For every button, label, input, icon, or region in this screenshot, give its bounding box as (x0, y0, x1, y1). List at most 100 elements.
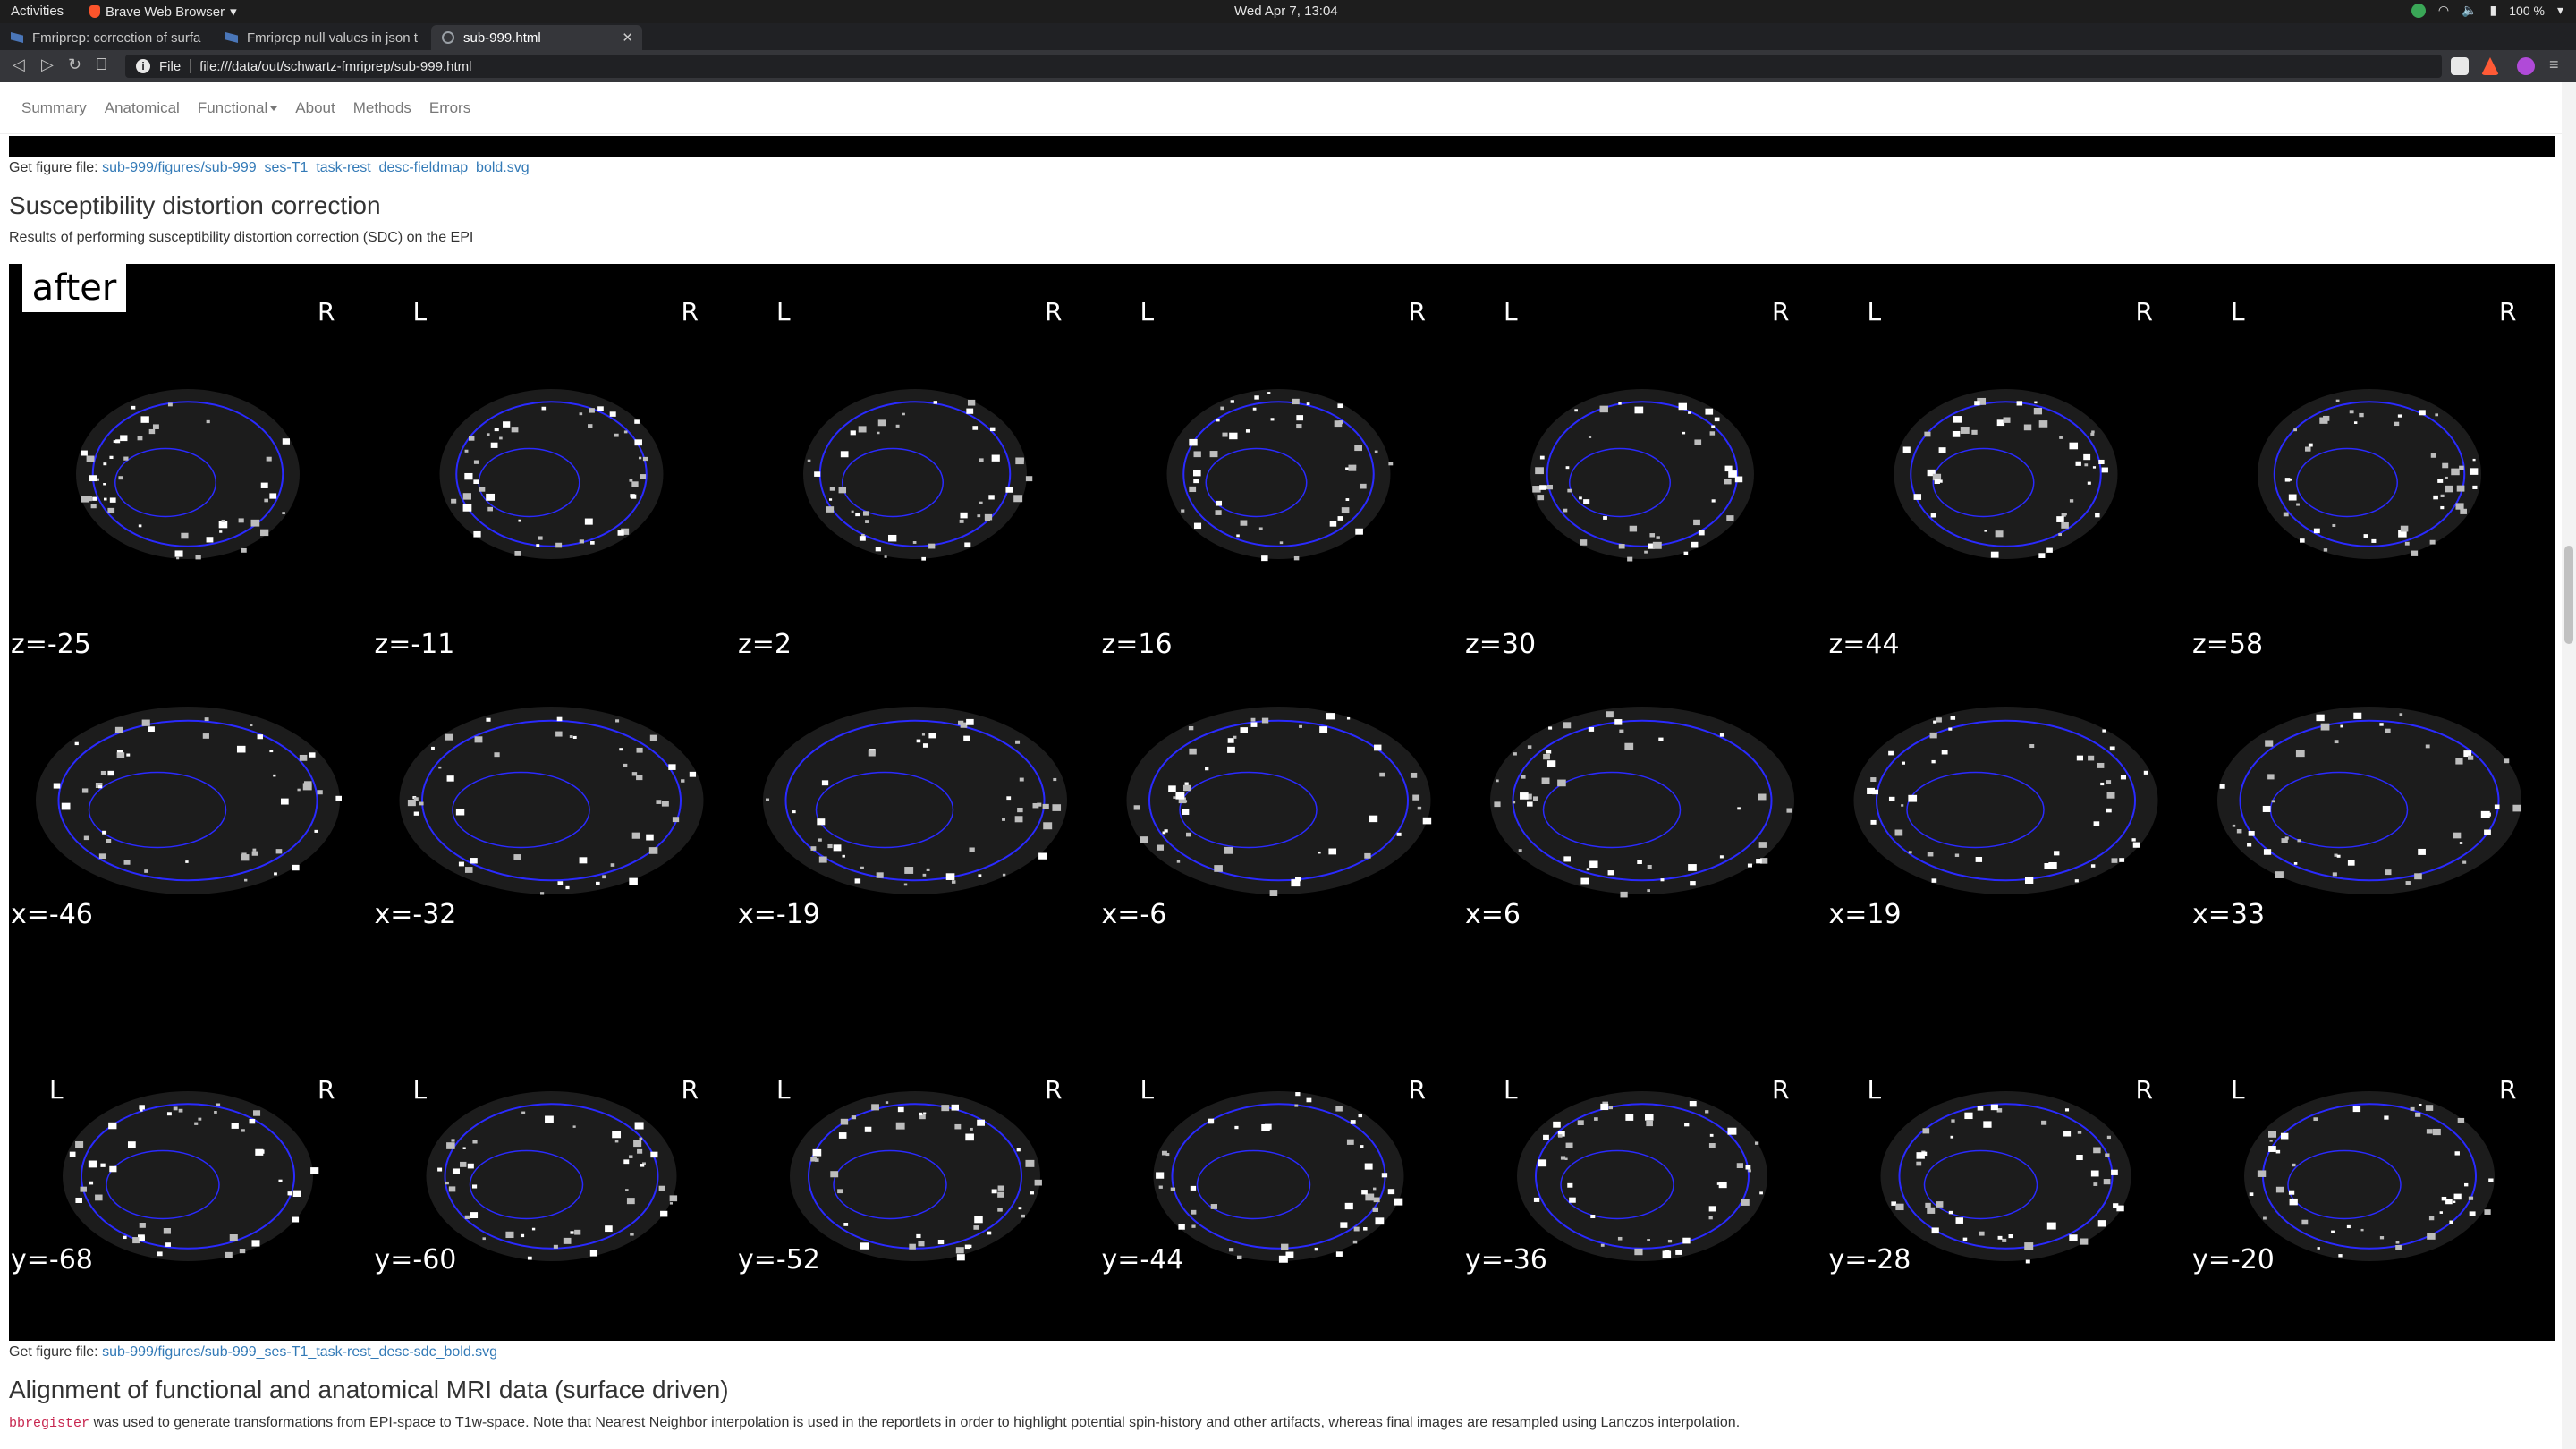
signal-voxel (855, 512, 860, 517)
address-bar[interactable]: i File file:///data/out/schwartz-fmripre… (125, 55, 2442, 78)
signal-voxel (1983, 1121, 1992, 1128)
signal-voxel (2289, 1198, 2298, 1206)
signal-voxel (241, 547, 247, 553)
signal-voxel (2346, 1224, 2351, 1229)
signal-voxel (1990, 1104, 1998, 1111)
nav-summary[interactable]: Summary (13, 99, 96, 117)
signal-voxel (2426, 1129, 2433, 1134)
signal-voxel (216, 1103, 221, 1106)
info-icon[interactable]: i (136, 59, 150, 73)
fieldmap-figure-link[interactable]: sub-999/figures/sub-999_ses-T1_task-rest… (102, 160, 530, 175)
signal-voxel (922, 743, 928, 748)
signal-voxel (623, 430, 628, 434)
signal-voxel (555, 731, 563, 737)
sdc-figure-link[interactable]: sub-999/figures/sub-999_ses-T1_task-rest… (102, 1344, 497, 1360)
close-tab-icon[interactable]: ✕ (622, 30, 633, 46)
app-menu[interactable]: Brave Web Browser ▾ (89, 4, 237, 20)
signal-voxel (1016, 1148, 1021, 1152)
signal-voxel (92, 496, 97, 501)
signal-voxel (214, 1111, 217, 1114)
signal-voxel (1018, 1207, 1022, 1210)
signal-voxel (1916, 1161, 1922, 1166)
nav-methods[interactable]: Methods (344, 99, 420, 117)
signal-voxel (438, 766, 442, 769)
nav-about[interactable]: About (286, 99, 343, 117)
signal-voxel (1306, 402, 1310, 406)
brave-rewards-icon[interactable] (2481, 57, 2499, 75)
page-scrollbar[interactable] (2562, 82, 2576, 1449)
nav-errors[interactable]: Errors (420, 99, 479, 117)
signal-voxel (107, 507, 115, 514)
signal-voxel (445, 733, 453, 741)
site-favicon-icon (11, 32, 23, 43)
tab-fmriprep-null-values[interactable]: Fmriprep null values in json t (215, 25, 426, 50)
signal-voxel (138, 524, 142, 528)
activities-button[interactable]: Activities (11, 4, 64, 19)
signal-voxel (273, 774, 276, 777)
signal-voxel (1567, 488, 1572, 493)
signal-voxel (634, 419, 640, 424)
signal-voxel (1352, 1240, 1358, 1244)
signal-voxel (973, 1225, 979, 1230)
signal-voxel (1995, 530, 2004, 538)
signal-voxel (1208, 1119, 1214, 1124)
signal-voxel (1352, 464, 1357, 468)
signal-voxel (2394, 421, 2400, 427)
menu-icon[interactable]: ≡ (2549, 55, 2559, 74)
signal-voxel (826, 506, 835, 513)
signal-voxel (2297, 839, 2301, 843)
signal-voxel (1888, 796, 1895, 802)
signal-voxel (181, 532, 189, 539)
signal-voxel (282, 512, 285, 515)
signal-voxel (2064, 1108, 2070, 1112)
signal-voxel (260, 529, 269, 537)
signal-voxel (2454, 1151, 2460, 1156)
bbr-description: bbregister was used to generate transfor… (9, 1415, 1740, 1431)
nav-anatomical[interactable]: Anatomical (96, 99, 189, 117)
signal-voxel (2054, 851, 2060, 856)
clock[interactable]: Wed Apr 7, 13:04 (1234, 4, 1338, 19)
signal-voxel (903, 883, 908, 886)
signal-voxel (2296, 503, 2300, 506)
tab-sub-999[interactable]: sub-999.html ✕ (431, 25, 642, 50)
brave-shields-icon[interactable] (2451, 57, 2469, 75)
signal-voxel (2097, 762, 2105, 768)
signal-voxel (1341, 507, 1350, 514)
system-tray[interactable]: ◠ 🔈 ▮ 100 % ▾ (2411, 3, 2563, 18)
signal-voxel (137, 436, 143, 441)
back-icon[interactable]: ◁ (13, 55, 25, 74)
bookmark-icon[interactable]: ⎕ (97, 55, 106, 74)
signal-voxel (997, 1191, 1004, 1198)
signal-voxel (1205, 767, 1209, 771)
brain-slice (790, 1091, 1040, 1261)
nav-functional[interactable]: Functional (189, 99, 286, 117)
signal-voxel (1364, 852, 1371, 859)
signal-voxel (100, 770, 106, 775)
signal-voxel (102, 830, 107, 835)
signal-voxel (2232, 824, 2236, 827)
signal-voxel (292, 1216, 300, 1223)
signal-voxel (1379, 772, 1385, 777)
signal-voxel (1372, 1187, 1377, 1191)
signal-voxel (1354, 445, 1363, 452)
left-orientation-label: L (1140, 1075, 1155, 1105)
scrollbar-thumb[interactable] (2564, 546, 2573, 644)
signal-voxel (1786, 808, 1792, 813)
left-orientation-label: L (1868, 1075, 1882, 1105)
signal-voxel (1737, 807, 1741, 810)
signal-voxel (1646, 1120, 1653, 1127)
signal-voxel (2459, 465, 2464, 470)
reload-icon[interactable]: ↻ (68, 55, 81, 74)
signal-voxel (2090, 432, 2095, 436)
tab-fmriprep-correction[interactable]: Fmriprep: correction of surfa (0, 25, 211, 50)
left-orientation-label: L (1140, 297, 1155, 326)
signal-voxel (1353, 1226, 1360, 1232)
signal-voxel (2292, 1163, 2296, 1167)
signal-voxel (1979, 1231, 1985, 1236)
signal-voxel (2024, 877, 2034, 884)
forward-icon[interactable]: ▷ (41, 55, 54, 74)
signal-voxel (2460, 508, 2467, 514)
signal-voxel (556, 716, 563, 722)
profile-avatar[interactable] (2517, 57, 2535, 75)
signal-voxel (638, 456, 642, 460)
